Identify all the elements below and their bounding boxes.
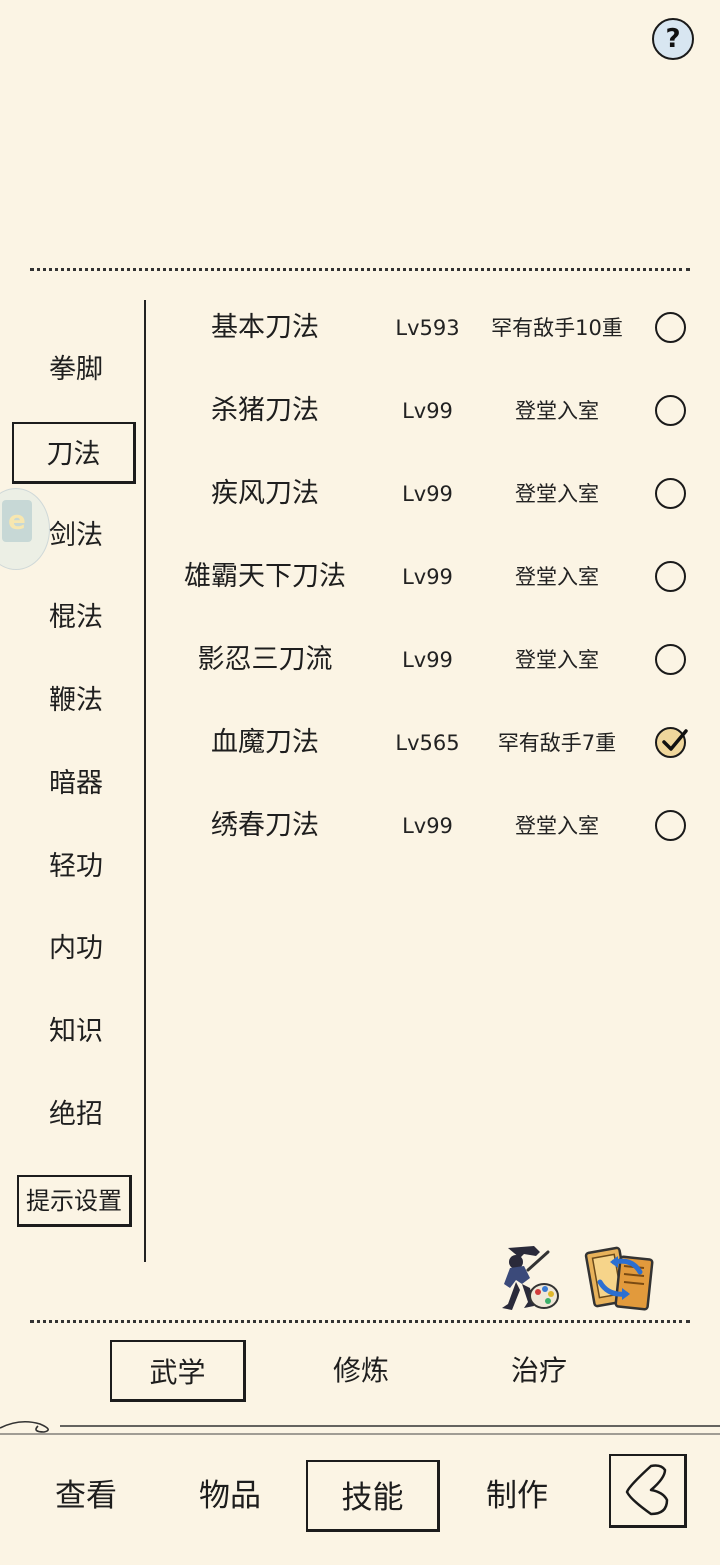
column-divider [144,300,146,1262]
skill-row[interactable]: 雄霸天下刀法 Lv99 登堂入室 [160,547,700,607]
skill-select-radio[interactable] [655,727,688,758]
bottom-divider [30,1320,690,1323]
skill-select-radio[interactable] [655,644,686,675]
skill-rank: 登堂入室 [515,482,599,506]
help-icon[interactable]: ? [652,18,694,60]
skill-select-radio[interactable] [655,478,686,509]
category-gunfa[interactable]: 棍法 [20,596,132,640]
skill-level: Lv99 [402,648,453,672]
skill-level: Lv99 [402,565,453,589]
category-daofa[interactable]: 刀法 [12,422,136,484]
skill-level: Lv565 [395,731,460,755]
category-label: 刀法 [46,439,101,470]
nav-label: 物品 [199,1478,261,1514]
nav-label: 查看 [55,1478,117,1514]
category-bianfa[interactable]: 鞭法 [20,679,132,723]
tab-xiulian[interactable]: 修炼 [293,1340,429,1402]
exchange-scroll-icon[interactable] [584,1244,656,1314]
category-quanjiao[interactable]: 拳脚 [20,348,132,392]
skill-rank: 登堂入室 [515,814,599,838]
category-label: 暗器 [49,768,103,799]
nav-wupin[interactable]: 物品 [163,1460,297,1532]
skill-rank: 登堂入室 [515,648,599,672]
skill-row[interactable]: 绣春刀法 Lv99 登堂入室 [160,796,700,856]
category-label: 鞭法 [49,685,103,716]
skill-select-radio[interactable] [655,561,686,592]
skill-rank: 登堂入室 [515,565,599,589]
wave-divider [0,1420,720,1435]
tab-wuxue[interactable]: 武学 [110,1340,246,1402]
skill-name: 血魔刀法 [211,727,319,758]
category-anqi[interactable]: 暗器 [20,762,132,806]
category-label: 内功 [49,933,103,964]
skill-row[interactable]: 基本刀法 Lv593 罕有敌手10重 [160,298,700,358]
skill-name: 疾风刀法 [211,478,319,509]
skill-select-radio[interactable] [655,810,686,841]
category-label: 知识 [49,1016,103,1047]
tab-label: 武学 [149,1356,206,1389]
skill-level: Lv593 [395,316,460,340]
skill-row[interactable]: 影忍三刀流 Lv99 登堂入室 [160,630,700,690]
skill-name: 杀猪刀法 [211,395,319,426]
appearance-palette-icon[interactable] [494,1244,562,1314]
top-divider [30,268,690,271]
skill-name: 影忍三刀流 [197,644,333,675]
back-button[interactable] [609,1454,687,1528]
category-label: 绝招 [49,1099,103,1130]
category-label: 棍法 [49,602,103,633]
category-qinggong[interactable]: 轻功 [20,845,132,889]
nav-label: 技能 [341,1480,404,1516]
skill-name: 雄霸天下刀法 [184,561,346,592]
skill-rank: 登堂入室 [515,399,599,423]
skill-level: Lv99 [402,399,453,423]
category-zhishi[interactable]: 知识 [20,1010,132,1054]
help-label: ? [665,24,681,54]
tab-zhiliao[interactable]: 治疗 [471,1340,607,1402]
nav-label: 制作 [486,1478,548,1514]
skill-row[interactable]: 疾风刀法 Lv99 登堂入室 [160,464,700,524]
skill-row[interactable]: 杀猪刀法 Lv99 登堂入室 [160,381,700,441]
hint-settings-button[interactable]: 提示设置 [17,1175,132,1227]
skill-level: Lv99 [402,482,453,506]
skill-rank: 罕有敌手10重 [491,316,623,340]
skill-select-radio[interactable] [655,395,686,426]
category-juezhao[interactable]: 绝招 [20,1093,132,1137]
skill-rank: 罕有敌手7重 [497,731,617,755]
category-label: 剑法 [49,520,103,551]
category-neigong[interactable]: 内功 [20,927,132,971]
tab-label: 治疗 [510,1354,567,1387]
skill-select-radio[interactable] [655,312,686,343]
nav-zhizuo[interactable]: 制作 [450,1460,584,1532]
skill-name: 绣春刀法 [211,810,319,841]
skill-level: Lv99 [402,814,453,838]
nav-jineng[interactable]: 技能 [306,1460,440,1532]
back-arrow-icon [625,1464,669,1516]
category-label: 轻功 [49,851,103,882]
checkmark-icon [662,729,688,751]
category-jianfa[interactable]: 剑法 [20,514,132,558]
nav-chakan[interactable]: 查看 [19,1460,153,1532]
skill-name: 基本刀法 [211,312,319,343]
category-label: 拳脚 [49,354,103,385]
tab-label: 修炼 [332,1354,389,1387]
skill-row[interactable]: 血魔刀法 Lv565 罕有敌手7重 [160,713,700,773]
hint-settings-label: 提示设置 [26,1187,122,1215]
